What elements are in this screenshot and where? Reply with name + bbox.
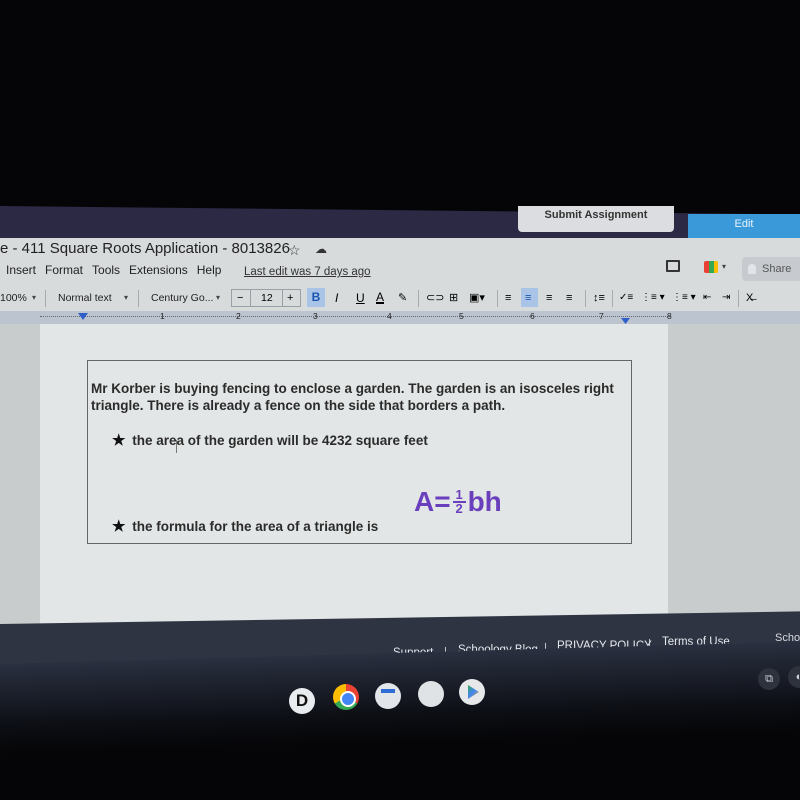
align-center-icon[interactable]: ≡ [525,287,531,309]
decrease-indent-icon[interactable]: ⇤ [703,287,711,309]
justify-icon[interactable]: ≡ [566,287,572,309]
person-icon [748,264,756,274]
ruler-number: 8 [667,311,672,321]
shelf-app-play-store[interactable] [459,679,485,705]
formula-lhs: A= [414,486,451,517]
divider [282,290,283,306]
underline-button[interactable]: U [356,287,365,309]
last-edit-link[interactable]: Last edit was 7 days ago [244,266,371,278]
ruler-number: 1 [160,311,165,321]
checklist-icon[interactable]: ✓≡ [619,287,633,309]
ruler-ticks [40,316,670,319]
toolbar-divider [45,290,46,307]
bulleted-list-icon[interactable]: ⋮≡ ▾ [641,287,665,309]
star-bullet-icon: ★ [112,432,126,449]
fraction: 1 2 [452,487,466,516]
toolbar-divider [418,290,419,307]
shelf-app-d[interactable]: D [289,688,315,714]
ruler-number: 7 [599,311,604,321]
menu-help[interactable]: Help [197,263,222,277]
highlight-pen-icon[interactable]: ✎ [398,287,407,309]
menu-insert[interactable]: Insert [6,263,36,277]
toolbar-divider [585,290,586,307]
italic-button[interactable]: I [335,287,338,309]
ruler-number: 4 [387,311,392,321]
comment-history-icon[interactable] [666,260,680,272]
line-spacing-icon[interactable]: ↕≡ [593,287,605,309]
ruler-number: 5 [459,311,464,321]
toolbar-divider [497,290,498,307]
ruler-number: 3 [313,311,318,321]
shelf-app-chrome[interactable] [333,684,359,710]
text-cursor [176,440,177,453]
bullet-text: the formula for the area of a triangle i… [132,519,379,534]
menu-extensions[interactable]: Extensions [129,263,188,277]
formula-rhs: bh [467,486,502,517]
toolbar-divider [612,290,613,307]
toolbar-divider [138,290,139,307]
menu-tools[interactable]: Tools [92,263,120,277]
style-caret-icon[interactable]: ▾ [124,287,128,309]
ruler[interactable]: 1 2 3 4 5 6 7 8 [0,311,800,324]
shelf-app-launcher[interactable] [418,681,444,707]
star-icon[interactable]: ☆ [288,242,301,259]
increase-indent-icon[interactable]: ⇥ [722,287,730,309]
paragraph-style-select[interactable]: Normal text [58,287,112,309]
problem-paragraph: Mr Korber is buying fencing to enclose a… [91,381,614,413]
add-comment-icon[interactable]: ⊞ [449,287,458,309]
insert-image-icon[interactable]: ▣▾ [469,287,485,309]
link-icon[interactable]: ⊂⊃ [426,287,444,309]
font-caret-icon[interactable]: ▾ [216,287,220,309]
zoom-select[interactable]: 100% [0,287,27,309]
divider [250,290,251,306]
shelf-app-docs[interactable] [375,683,401,709]
bullet-item-area: ★ the area of the garden will be 4232 sq… [112,431,428,449]
star-bullet-icon: ★ [112,518,126,535]
menu-format[interactable]: Format [45,263,83,277]
cloud-status-icon[interactable]: ☁ [315,242,327,256]
zoom-caret-icon[interactable]: ▾ [32,287,36,309]
font-family-select[interactable]: Century Go... [151,287,213,309]
fraction-denominator: 2 [455,501,463,516]
decrease-font-size-button[interactable]: − [237,287,243,309]
screen: Submit Assignment Edit e - 411 Square Ro… [0,0,800,800]
numbered-list-icon[interactable]: ⋮≡ ▾ [672,287,696,309]
fraction-numerator: 1 [455,487,463,502]
ruler-number: 2 [236,311,241,321]
meet-icon[interactable] [704,261,718,273]
toolbar-divider [738,290,739,307]
menu-bar: Insert Format Tools Extensions Help [6,263,221,277]
area-formula: A= 1 2 bh [414,486,502,518]
align-left-icon[interactable]: ≡ [505,287,511,309]
increase-font-size-button[interactable]: + [287,287,293,309]
bold-button[interactable]: B [307,288,325,307]
text-color-button[interactable]: A [376,286,384,308]
clear-formatting-icon[interactable]: X̶ [746,287,753,309]
meet-dropdown-caret[interactable]: ▾ [722,262,726,271]
bullet-item-formula: ★ the formula for the area of a triangle… [112,517,378,535]
align-right-icon[interactable]: ≡ [546,287,552,309]
document-title[interactable]: e - 411 Square Roots Application - 80138… [0,240,290,257]
ruler-number: 6 [530,311,535,321]
tray-screenshot-icon[interactable]: ⧉ [758,668,780,690]
font-size-input[interactable]: 12 [261,287,273,309]
submit-assignment-button[interactable]: Submit Assignment [518,206,674,232]
